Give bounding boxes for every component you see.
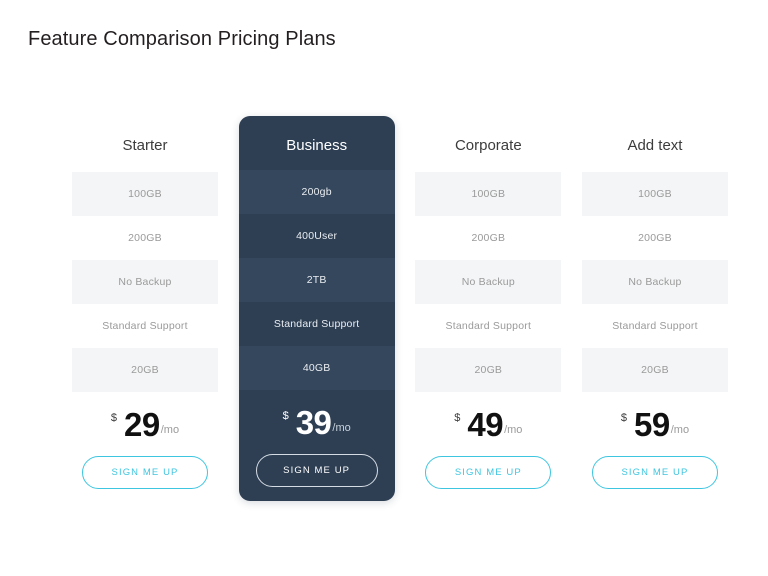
pricing-plan-card-business: Business 200gb 400User 2TB Standard Supp… [238, 116, 395, 501]
currency-symbol: $ [282, 410, 289, 422]
plan-name: Starter [122, 137, 168, 154]
plan-feature-row: 2TB [238, 258, 395, 302]
plan-feature-row: Standard Support [445, 320, 532, 332]
plan-feature-row: 100GB [72, 172, 218, 216]
plan-feature-row: 20GB [581, 348, 728, 392]
price-amount: 39 [295, 403, 332, 441]
sign-me-up-button[interactable]: SIGN ME UP [425, 456, 552, 489]
plan-feature-row: Standard Support [273, 318, 360, 330]
pricing-plan-card-corporate: Corporate 100GB 200GB No Backup Standard… [415, 116, 562, 489]
price-amount: 49 [467, 405, 504, 443]
pricing-plan-card-add-text: Add text 100GB 200GB No Backup Standard … [581, 116, 728, 489]
currency-symbol: $ [620, 412, 627, 424]
plan-name: Corporate [454, 137, 522, 154]
plan-price: $ 49 /mo [415, 396, 561, 452]
price-amount: 29 [124, 405, 160, 443]
price-period: /mo [332, 422, 351, 434]
pricing-plan-card-starter: Starter 100GB 200GB No Backup Standard S… [72, 116, 218, 489]
plan-feature-row: 100GB [415, 172, 562, 216]
currency-symbol: $ [454, 412, 461, 424]
sign-me-up-button[interactable]: SIGN ME UP [255, 454, 378, 487]
plan-price: $ 59 /mo [582, 396, 728, 452]
currency-symbol: $ [110, 412, 118, 424]
plan-feature-row: 200GB [471, 232, 506, 244]
plan-name: Add text [627, 137, 683, 154]
plan-feature-list: 200gb 400User 2TB Standard Support 40GB [238, 170, 395, 390]
plan-feature-row: 20GB [72, 348, 218, 392]
price-period: /mo [670, 424, 690, 436]
plan-feature-row: No Backup [581, 260, 728, 304]
plan-feature-row: No Backup [72, 260, 218, 304]
plan-feature-row: 200GB [128, 232, 162, 244]
plan-price: $ 29 /mo [72, 396, 218, 452]
plan-feature-row: 40GB [238, 346, 395, 390]
plan-feature-list: 100GB 200GB No Backup Standard Support 2… [581, 172, 728, 392]
plan-name: Business [286, 137, 348, 154]
plan-feature-list: 100GB 200GB No Backup Standard Support 2… [72, 172, 218, 392]
sign-me-up-button[interactable]: SIGN ME UP [82, 456, 208, 489]
price-period: /mo [504, 424, 523, 436]
plan-feature-row: 20GB [415, 348, 562, 392]
plan-feature-row: Standard Support [612, 320, 698, 332]
plan-feature-row: Standard Support [102, 320, 188, 332]
plan-feature-row: 400User [296, 230, 338, 242]
plan-feature-row: 200gb [238, 170, 395, 214]
pricing-plan-table: Starter 100GB 200GB No Backup Standard S… [72, 116, 728, 501]
price-period: /mo [160, 424, 180, 436]
plan-price: $ 39 /mo [239, 394, 395, 450]
sign-me-up-button[interactable]: SIGN ME UP [591, 456, 718, 489]
plan-feature-row: No Backup [415, 260, 562, 304]
plan-feature-list: 100GB 200GB No Backup Standard Support 2… [415, 172, 562, 392]
page-title: Feature Comparison Pricing Plans [28, 28, 336, 50]
plan-feature-row: 100GB [581, 172, 728, 216]
plan-feature-row: 200GB [638, 232, 672, 244]
price-amount: 59 [634, 405, 670, 443]
